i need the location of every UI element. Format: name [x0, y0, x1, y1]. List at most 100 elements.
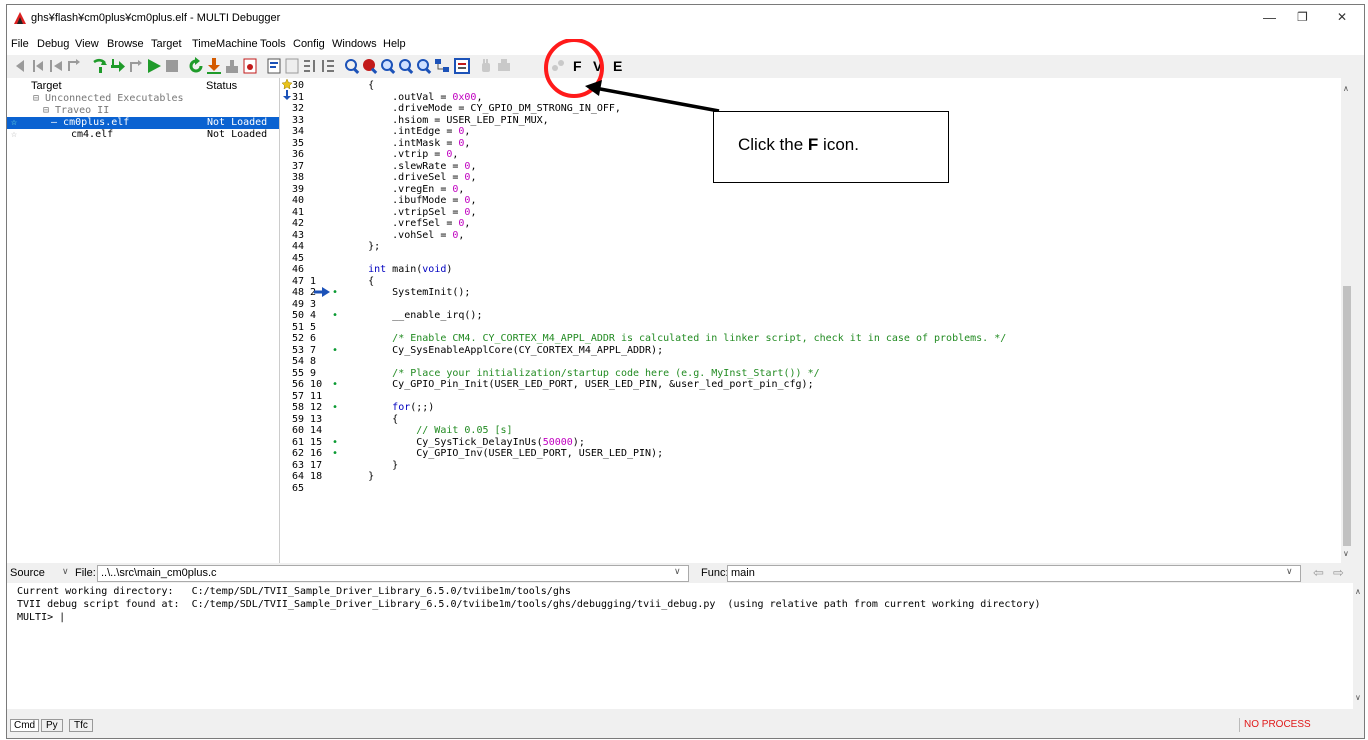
code-line[interactable]: { — [344, 276, 374, 288]
disconnect-icon[interactable] — [241, 57, 259, 75]
code-line[interactable]: Cy_GPIO_Pin_Init(USER_LED_PORT, USER_LED… — [344, 379, 813, 391]
breakpoint-site-icon[interactable]: • — [332, 448, 338, 460]
breakpoint-site-icon[interactable]: • — [332, 287, 338, 299]
line-number[interactable]: 42 — [292, 218, 310, 230]
search-icon[interactable] — [397, 57, 415, 75]
prev-frame-icon[interactable] — [47, 57, 65, 75]
breakpoint-site-icon[interactable]: • — [332, 345, 338, 357]
menu-file[interactable]: File — [11, 38, 29, 50]
menu-tools[interactable]: Tools — [260, 38, 286, 50]
breakpoints-icon[interactable] — [361, 57, 379, 75]
line-number[interactable]: 50 4 — [292, 310, 316, 322]
line-number[interactable]: 43 — [292, 230, 310, 242]
tree-item-cm4[interactable]: ☆ cm4.elf Not Loaded — [7, 129, 279, 141]
console-prompt[interactable]: MULTI> | — [17, 612, 65, 623]
browse-icon[interactable] — [343, 57, 361, 75]
code-line[interactable]: .driveSel = 0, — [344, 172, 476, 184]
run-icon[interactable] — [145, 57, 163, 75]
code-line[interactable]: .outVal = 0x00, — [344, 92, 482, 104]
code-line[interactable]: Cy_SysTick_DelayInUs(50000); — [344, 437, 585, 449]
back-nav-icon[interactable]: ⇦ — [1313, 565, 1324, 581]
code-line[interactable]: for(;;) — [344, 402, 434, 414]
step-into-icon[interactable] — [109, 57, 127, 75]
code-line[interactable]: __enable_irq(); — [344, 310, 482, 322]
line-number[interactable]: 37 — [292, 161, 310, 173]
tab-cmd[interactable]: Cmd — [10, 719, 40, 732]
target-connect-icon[interactable] — [223, 57, 241, 75]
code-line[interactable]: .vohSel = 0, — [344, 230, 464, 242]
line-number[interactable]: 57 11 — [292, 391, 322, 403]
tree-icon[interactable] — [433, 57, 451, 75]
code-line[interactable]: .intMask = 0, — [344, 138, 470, 150]
scroll-down-icon[interactable]: ∨ — [1343, 549, 1349, 558]
breakpoint-site-icon[interactable]: • — [332, 379, 338, 391]
line-number[interactable]: 65 — [292, 483, 310, 495]
menu-windows[interactable]: Windows — [332, 38, 377, 50]
menu-help[interactable]: Help — [383, 38, 406, 50]
list-jump-icon[interactable] — [319, 57, 337, 75]
target-column-header[interactable]: Target — [31, 80, 62, 92]
status-column-header[interactable]: Status — [206, 80, 237, 92]
line-number[interactable]: 56 10 — [292, 379, 322, 391]
line-number[interactable]: 54 8 — [292, 356, 316, 368]
source-file-icon[interactable] — [265, 57, 283, 75]
line-number[interactable]: 52 6 — [292, 333, 316, 345]
line-number[interactable]: 60 14 — [292, 425, 322, 437]
line-number[interactable]: 33 — [292, 115, 310, 127]
chevron-down-icon[interactable]: ∨ — [62, 566, 69, 577]
console-scrollbar[interactable]: ∧ ∨ — [1353, 583, 1364, 709]
menu-debug[interactable]: Debug — [37, 38, 69, 50]
code-line[interactable]: .ibufMode = 0, — [344, 195, 476, 207]
memory-view-icon[interactable] — [453, 57, 471, 75]
code-line[interactable]: } — [344, 460, 398, 472]
line-number[interactable]: 55 9 — [292, 368, 316, 380]
hand-icon[interactable] — [477, 57, 495, 75]
find-icon[interactable] — [415, 57, 433, 75]
line-number[interactable]: 30 — [292, 80, 310, 92]
zoom-icon[interactable] — [379, 57, 397, 75]
line-number[interactable]: 38 — [292, 172, 310, 184]
document-icon[interactable] — [283, 57, 301, 75]
code-line[interactable]: } — [344, 471, 374, 483]
source-scrollbar[interactable]: ∧ ∨ — [1341, 78, 1353, 563]
tree-node-traveo[interactable]: ⊟ Traveo II — [7, 105, 279, 117]
line-number[interactable]: 47 1 — [292, 276, 316, 288]
code-line[interactable]: /* Enable CM4. CY_CORTEX_M4_APPL_ADDR is… — [344, 333, 1006, 345]
line-number[interactable]: 36 — [292, 149, 310, 161]
breakpoint-site-icon[interactable]: • — [332, 402, 338, 414]
code-line[interactable]: .vregEn = 0, — [344, 184, 464, 196]
code-line[interactable]: Cy_GPIO_Inv(USER_LED_PORT, USER_LED_PIN)… — [344, 448, 663, 460]
line-number[interactable]: 35 — [292, 138, 310, 150]
command-console[interactable]: Current working directory: C:/temp/SDL/T… — [7, 583, 1353, 709]
line-number[interactable]: 32 — [292, 103, 310, 115]
code-line[interactable]: .intEdge = 0, — [344, 126, 470, 138]
download-icon[interactable] — [205, 57, 223, 75]
restart-icon[interactable] — [187, 57, 205, 75]
line-number[interactable]: 41 — [292, 207, 310, 219]
tab-py[interactable]: Py — [41, 719, 63, 732]
list-step-icon[interactable] — [301, 57, 319, 75]
line-number[interactable]: 34 — [292, 126, 310, 138]
tab-tfc[interactable]: Tfc — [69, 719, 93, 732]
tree-item-cm0plus[interactable]: ☆ — cm0plus.elf Not Loaded — [7, 117, 279, 129]
code-line[interactable]: Cy_SysEnableApplCore(CY_CORTEX_M4_APPL_A… — [344, 345, 663, 357]
line-number[interactable]: 63 17 — [292, 460, 322, 472]
scroll-down-icon[interactable]: ∨ — [1355, 693, 1361, 702]
line-number[interactable]: 62 16 — [292, 448, 322, 460]
forward-nav-icon[interactable]: ⇨ — [1333, 565, 1344, 581]
code-line[interactable]: .vtripSel = 0, — [344, 207, 476, 219]
chevron-down-icon[interactable]: ∨ — [1286, 566, 1293, 577]
code-line[interactable]: .vtrip = 0, — [344, 149, 458, 161]
code-line[interactable]: SystemInit(); — [344, 287, 470, 299]
line-number[interactable]: 59 13 — [292, 414, 322, 426]
scroll-thumb[interactable] — [1343, 286, 1351, 546]
file-field[interactable]: ..\..\src\main_cm0plus.c ∨ — [97, 565, 689, 582]
scroll-up-icon[interactable]: ∧ — [1355, 587, 1361, 596]
line-number[interactable]: 44 — [292, 241, 310, 253]
line-number[interactable]: 46 — [292, 264, 310, 276]
code-line[interactable]: // Wait 0.05 [s] — [344, 425, 512, 437]
minimize-button[interactable]: — — [1263, 10, 1276, 25]
line-number[interactable]: 40 — [292, 195, 310, 207]
line-number[interactable]: 58 12 — [292, 402, 322, 414]
maximize-button[interactable]: ❐ — [1297, 10, 1308, 24]
